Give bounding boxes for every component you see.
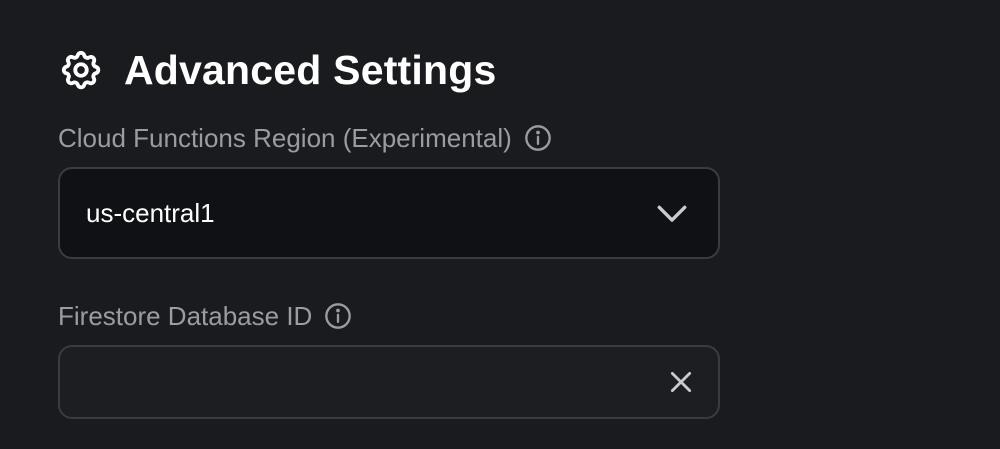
cloud-functions-region-select[interactable]: us-central1 [58, 167, 720, 259]
info-icon[interactable] [324, 302, 352, 330]
info-icon[interactable] [524, 124, 552, 152]
page-title: Advanced Settings [124, 46, 497, 93]
close-icon[interactable] [664, 365, 698, 399]
firestore-database-id-field [58, 345, 720, 419]
selected-region-value: us-central1 [86, 197, 215, 228]
firestore-database-id-label-text: Firestore Database ID [58, 300, 313, 331]
gear-icon [58, 47, 104, 93]
firestore-database-id-input[interactable] [60, 347, 664, 417]
firestore-database-id-label: Firestore Database ID [58, 296, 352, 336]
advanced-settings-panel: Advanced Settings Cloud Functions Region… [0, 0, 1000, 449]
section-header: Advanced Settings [58, 42, 496, 98]
cloud-functions-region-label-text: Cloud Functions Region (Experimental) [58, 122, 512, 153]
cloud-functions-region-label: Cloud Functions Region (Experimental) [58, 118, 552, 158]
chevron-down-icon[interactable] [654, 195, 690, 231]
